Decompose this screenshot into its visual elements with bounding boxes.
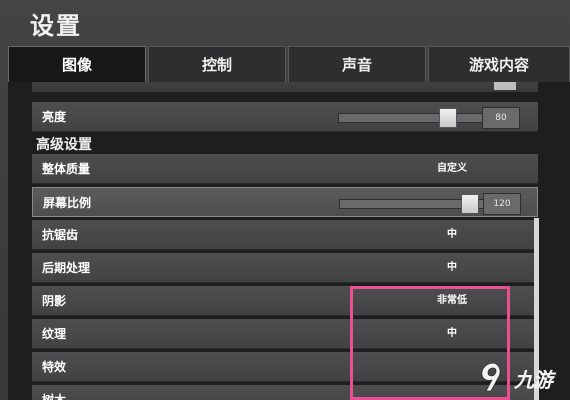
watermark-text: 九游 [514,368,553,392]
jiuyou-logo-icon [481,362,501,392]
settings-panel: 亮度 80 高级设置 整体质量 自定义 屏幕比例 120 抗锯齿 中 后期处理 … [8,82,570,400]
foliage-label: 树木 [42,393,67,400]
overall-quality-row[interactable]: 整体质量 自定义 [32,154,538,184]
post-processing-label: 后期处理 [42,261,91,275]
tab-game-content[interactable]: 游戏内容 [428,46,570,82]
overall-quality-label: 整体质量 [42,162,91,176]
advanced-settings-header: 高级设置 [36,137,92,153]
brightness-slider[interactable] [338,108,486,128]
brightness-row[interactable]: 亮度 80 [32,102,538,132]
screen-scale-slider-thumb[interactable] [461,194,479,214]
shadows-label: 阴影 [42,294,67,308]
page-title: 设置 [30,12,82,40]
screen-scale-value: 120 [483,193,521,215]
textures-label: 纹理 [42,327,67,341]
tab-graphics[interactable]: 图像 [8,46,146,82]
foliage-row[interactable]: 树木 [32,385,538,400]
screen-scale-row[interactable]: 屏幕比例 120 [32,187,538,217]
brightness-slider-thumb[interactable] [439,108,457,128]
tab-audio[interactable]: 声音 [288,46,426,82]
settings-window: 设置 图像 控制 声音 游戏内容 亮度 80 高级设置 整体质量 自定义 屏幕比… [0,0,570,400]
previous-row-partial [32,82,538,92]
anti-aliasing-label: 抗锯齿 [42,228,79,242]
textures-row[interactable]: 纹理 中 [32,319,538,349]
overall-quality-value[interactable]: 自定义 [332,154,570,184]
shadows-row[interactable]: 阴影 非常低 [32,286,538,316]
post-processing-row[interactable]: 后期处理 中 [32,253,538,283]
watermark: 九游 [476,360,568,394]
screen-scale-label: 屏幕比例 [43,196,92,210]
tab-controls[interactable]: 控制 [148,46,286,82]
anti-aliasing-row[interactable]: 抗锯齿 中 [32,220,538,250]
brightness-value: 80 [482,107,520,129]
screen-scale-slider[interactable] [339,194,487,214]
slider-thumb-partial[interactable] [494,82,516,90]
effects-label: 特效 [42,360,67,374]
tab-bar: 图像 控制 声音 游戏内容 [8,46,570,82]
brightness-label: 亮度 [42,110,67,124]
effects-row[interactable]: 特效 [32,352,538,382]
